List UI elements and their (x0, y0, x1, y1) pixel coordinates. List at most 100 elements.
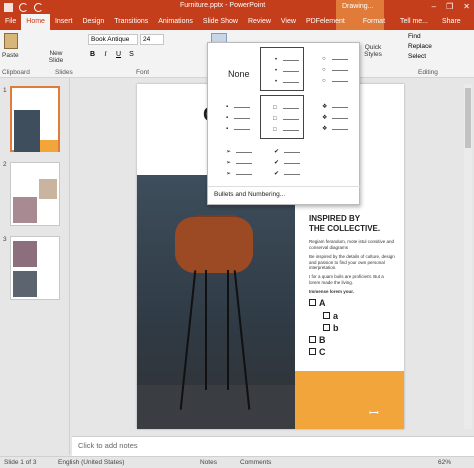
orange-accent-block (295, 371, 404, 429)
document-title: Furniture.pptx - PowerPoint (180, 2, 266, 9)
new-slide-button[interactable]: New Slide (46, 50, 66, 64)
bullet-circle-icon: ○ (322, 78, 326, 84)
bullets-and-numbering-link[interactable]: Bullets and Numbering... (214, 191, 285, 198)
save-icon[interactable] (4, 3, 13, 12)
bullet-circle-icon: ○ (322, 56, 326, 62)
tab-view[interactable]: View (276, 14, 301, 30)
notes-toggle[interactable]: Notes (200, 459, 217, 466)
bullet-filled-round-option[interactable]: • • • (260, 47, 304, 91)
group-clipboard: Clipboard (2, 69, 30, 76)
bullet-square-icon: ▪ (226, 115, 229, 121)
minimize-button[interactable]: – (432, 2, 436, 11)
slide-counter: Slide 1 of 3 (4, 459, 37, 466)
bullet-hollow-round-option[interactable]: ○ ○ ○ (310, 47, 354, 91)
bullet-star-icon: ❖ (322, 104, 328, 110)
tab-design[interactable]: Design (77, 14, 109, 30)
tab-transitions[interactable]: Transitions (109, 14, 153, 30)
redo-icon[interactable] (34, 3, 43, 12)
bullet-line (236, 174, 252, 175)
bullet-arrow-option[interactable]: ➢ ➢ ➢ (212, 141, 256, 185)
notes-pane[interactable]: Click to add notes (72, 436, 474, 456)
font-size-box[interactable]: 24 (140, 34, 164, 45)
bullet-star-icon: ❖ (322, 126, 328, 132)
language-indicator[interactable]: English (United States) (58, 459, 124, 466)
slide-thumbnail-1[interactable] (10, 86, 60, 152)
bullet-star-option[interactable]: ❖ ❖ ❖ (310, 95, 354, 139)
chair-leg (205, 270, 207, 390)
bullet-arrow-icon: ➢ (226, 160, 232, 166)
font-format-row: B I U S (88, 50, 136, 60)
bullet-line (283, 108, 299, 109)
bullet-dot-icon: • (275, 68, 278, 74)
tab-animations[interactable]: Animations (153, 14, 198, 30)
brand-logo-icon: ꟷ (369, 406, 379, 420)
find-button[interactable]: Find (408, 32, 432, 42)
replace-button[interactable]: Replace (408, 42, 432, 52)
bullet-hollow-square-icon: □ (273, 116, 277, 122)
quick-styles-button[interactable]: Quick Styles (362, 44, 384, 58)
bullet-line (283, 119, 299, 120)
chair-seat (175, 217, 253, 273)
quick-access-toolbar (4, 3, 43, 12)
tab-format[interactable]: Format (358, 14, 390, 30)
tab-insert[interactable]: Insert (50, 14, 78, 30)
notes-placeholder: Click to add notes (78, 441, 138, 450)
bullet-square-icon: ▪ (226, 104, 229, 110)
bullet-arrow-icon: ➢ (226, 171, 232, 177)
bullet-circle-icon: ○ (322, 67, 326, 73)
vertical-scrollbar[interactable] (464, 84, 472, 429)
bullet-square-option[interactable]: ▪ ▪ ▪ (212, 95, 256, 139)
maximize-button[interactable]: ❐ (446, 2, 453, 11)
share-button[interactable]: Share (442, 14, 461, 30)
chair-photo (137, 175, 295, 429)
bullet-hollow-square-option[interactable]: □ □ □ (260, 95, 304, 139)
bullet-hollow-square-icon: □ (273, 105, 277, 111)
thumb-image (13, 197, 37, 223)
slide-thumbnail-2[interactable] (10, 162, 60, 226)
bullets-dropdown: None • • • ○ ○ ○ ▪ ▪ ▪ □ □ □ ❖ ❖ ❖ ➢ ➢ ➢… (207, 42, 361, 205)
checklist-item: a (323, 311, 338, 322)
select-button[interactable]: Select (408, 52, 432, 62)
bullet-line (332, 118, 348, 119)
checkbox-icon (323, 324, 330, 331)
bullet-line (284, 174, 300, 175)
slide-bold-line: Immense lorem your. (309, 289, 355, 294)
group-font: Font (136, 69, 150, 76)
bold-icon[interactable]: B (88, 50, 97, 60)
slide-number: 1 (3, 87, 7, 94)
chair-leg (227, 270, 229, 390)
checklist-item: B (309, 335, 326, 346)
tab-file[interactable]: File (0, 14, 21, 30)
italic-icon[interactable]: I (101, 50, 110, 60)
bullet-none-option[interactable]: None (212, 47, 256, 91)
heading-line: INSPIRED BY (309, 214, 361, 223)
scrollbar-thumb[interactable] (465, 88, 471, 148)
underline-icon[interactable]: U (114, 50, 123, 60)
tab-home[interactable]: Home (21, 14, 50, 30)
font-name-box[interactable]: Book Antique (88, 34, 138, 45)
tab-pdfelement[interactable]: PDFelement (301, 14, 350, 30)
thumb-orange (40, 140, 58, 152)
status-bar: Slide 1 of 3 English (United States) Not… (0, 456, 474, 468)
comments-toggle[interactable]: Comments (240, 459, 271, 466)
thumb-photo (14, 110, 40, 152)
close-button[interactable]: ✕ (463, 2, 470, 11)
checkbox-icon (309, 348, 316, 355)
zoom-level[interactable]: 62% (438, 459, 451, 466)
undo-icon[interactable] (19, 3, 28, 12)
bullet-check-option[interactable]: ✔ ✔ ✔ (260, 141, 304, 185)
bullet-line (332, 70, 348, 71)
paste-icon[interactable] (4, 33, 18, 49)
bullet-square-icon: ▪ (226, 126, 229, 132)
window-controls: – ❐ ✕ (432, 2, 470, 11)
tab-review[interactable]: Review (243, 14, 276, 30)
slide-number: 2 (3, 161, 7, 168)
tab-slide-show[interactable]: Slide Show (198, 14, 243, 30)
bullet-line (234, 129, 250, 130)
tell-me-search[interactable]: Tell me... (400, 14, 428, 30)
slide-thumbnail-3[interactable] (10, 236, 60, 300)
strikethrough-icon[interactable]: S (127, 50, 136, 60)
bullet-check-icon: ✔ (274, 160, 280, 166)
context-tab-label: Drawing... (342, 3, 374, 10)
paste-button[interactable]: Paste (2, 52, 19, 59)
